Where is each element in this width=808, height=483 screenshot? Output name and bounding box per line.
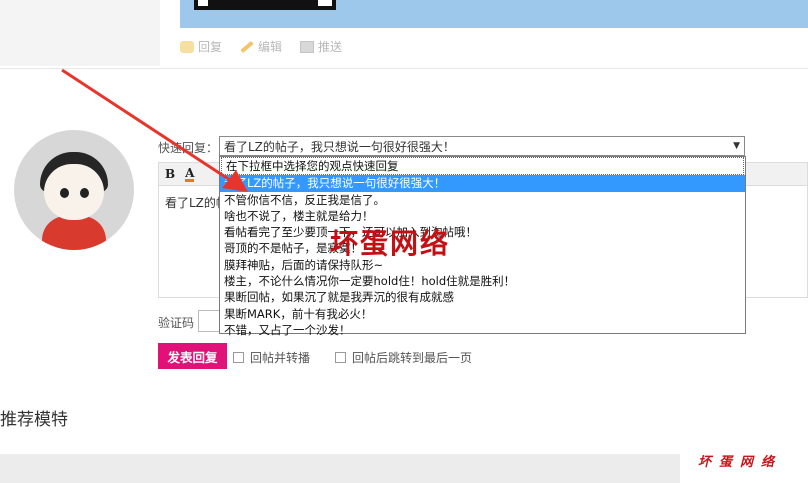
- edit-label: 编辑: [258, 40, 283, 54]
- push-icon: [300, 40, 315, 53]
- captcha-label: 验证码: [158, 316, 195, 330]
- reply-icon: [180, 40, 194, 53]
- sidebar-background: [0, 0, 160, 66]
- dropdown-option[interactable]: 哥顶的不是帖子，是寂寞！: [220, 240, 745, 256]
- chevron-down-icon: ▼: [733, 141, 740, 151]
- edit-action[interactable]: 编辑: [240, 38, 282, 55]
- watermark-large: 坏蛋网络: [330, 227, 451, 260]
- repost-checkbox[interactable]: 回帖并转播: [233, 349, 310, 366]
- font-color-button[interactable]: A: [185, 167, 195, 182]
- dropdown-option[interactable]: 果断MARK，前十有我必火！: [220, 306, 745, 322]
- reply-action[interactable]: 回复: [180, 38, 222, 55]
- post-image-content: [194, 0, 336, 10]
- dropdown-option[interactable]: 看帖看完了至少要顶一下，还可以加入到淘帖哦！: [220, 224, 745, 240]
- reply-label: 回复: [198, 40, 223, 54]
- bold-button[interactable]: B: [165, 167, 175, 181]
- quick-reply-selected-value: 看了LZ的帖子，我只想说一句很好很强大！: [224, 139, 455, 154]
- avatar[interactable]: [14, 130, 134, 250]
- jump-last-page-checkbox-label: 回帖后跳转到最后一页: [352, 351, 473, 365]
- push-action[interactable]: 推送: [300, 38, 342, 55]
- dropdown-option[interactable]: 啥也不说了，楼主就是给力！: [220, 208, 745, 224]
- dropdown-option[interactable]: 不管你信不信，反正我是信了。: [220, 192, 745, 208]
- post-image: [180, 0, 808, 28]
- dropdown-option[interactable]: 果断回帖，如果沉了就是我弄沉的很有成就感: [220, 289, 745, 305]
- section-divider: [0, 68, 808, 69]
- dropdown-option[interactable]: 不错，又占了一个沙发！: [220, 322, 745, 338]
- dropdown-option-selected[interactable]: 看了LZ的帖子，我只想说一句很好很强大！: [220, 175, 745, 192]
- dropdown-option[interactable]: 在下拉框中选择您的观点快速回复: [221, 157, 744, 176]
- checkbox-box[interactable]: [233, 352, 244, 363]
- dropdown-option[interactable]: 膜拜神贴，后面的请保持队形~: [220, 257, 745, 273]
- post-actions: 回复 编辑 推送: [180, 38, 342, 55]
- quick-reply-dropdown: 在下拉框中选择您的观点快速回复 看了LZ的帖子，我只想说一句很好很强大！ 不管你…: [219, 156, 746, 337]
- checkbox-box[interactable]: [335, 352, 346, 363]
- quick-reply-select[interactable]: 看了LZ的帖子，我只想说一句很好很强大！ ▼: [219, 136, 745, 156]
- dropdown-option[interactable]: 楼主，不论什么情况你一定要hold住！hold住就是胜利！: [220, 273, 745, 289]
- watermark-small: 坏蛋网络: [698, 455, 783, 470]
- recommend-title: 推荐模特: [0, 410, 68, 430]
- submit-reply-button[interactable]: 发表回复: [158, 343, 227, 369]
- jump-last-page-checkbox[interactable]: 回帖后跳转到最后一页: [335, 349, 472, 366]
- quick-reply-label: 快速回复：: [158, 141, 219, 155]
- edit-icon: [240, 40, 254, 53]
- repost-checkbox-label: 回帖并转播: [250, 351, 311, 365]
- push-label: 推送: [318, 40, 343, 54]
